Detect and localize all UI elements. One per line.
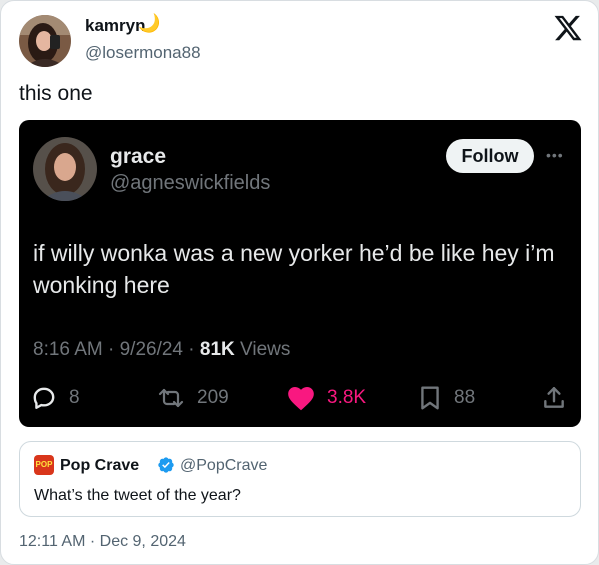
author-display-name[interactable]: kamryn xyxy=(85,16,145,36)
tweet-text: this one xyxy=(19,82,93,105)
retweet-action: 209 xyxy=(157,383,229,413)
follow-button: Follow xyxy=(446,139,534,173)
quoted-author-handle[interactable]: @PopCrave xyxy=(180,457,267,475)
embedded-tweet-meta: 8:16 AM · 9/26/24 · 81K Views xyxy=(33,339,290,361)
heart-icon xyxy=(288,387,314,411)
bookmark-count: 88 xyxy=(454,387,476,408)
like-count: 3.8K xyxy=(327,387,367,408)
embedded-tweet-image[interactable]: grace @agneswickfields Follow ••• if wil… xyxy=(19,120,581,427)
author-avatar[interactable] xyxy=(19,15,71,67)
like-action: 3.8K xyxy=(287,383,366,413)
quoted-tweet[interactable]: POP Pop Crave @PopCrave What’s the tweet… xyxy=(19,441,581,517)
bookmark-action: 88 xyxy=(418,383,475,413)
share-icon xyxy=(544,387,564,408)
retweet-icon xyxy=(158,388,184,408)
more-options-icon: ••• xyxy=(546,147,564,163)
views-count: 81K xyxy=(199,339,235,360)
embedded-tweet-text: if willy wonka was a new yorker he’d be … xyxy=(33,240,555,298)
crescent-moon-icon: 🌙 xyxy=(138,13,161,33)
quoted-author-name[interactable]: Pop Crave xyxy=(60,457,139,475)
embedded-time-date: 8:16 AM · 9/26/24 · xyxy=(33,339,200,360)
quoted-tweet-text: What’s the tweet of the year? xyxy=(34,487,241,504)
bookmark-icon xyxy=(421,386,439,410)
author-handle[interactable]: @losermona88 xyxy=(85,43,201,63)
reply-count: 8 xyxy=(69,387,80,408)
tweet-card: kamryn 🌙 @losermona88 this one grace @ag… xyxy=(0,0,599,565)
share-action xyxy=(541,383,567,413)
embedded-author-name: grace xyxy=(110,145,167,168)
reply-action: 8 xyxy=(31,383,80,413)
reply-icon xyxy=(33,387,55,409)
verified-badge-icon xyxy=(158,457,174,473)
views-label: Views xyxy=(234,339,291,360)
embedded-author-handle: @agneswickfields xyxy=(110,172,271,194)
tweet-timestamp[interactable]: 12:11 AM · Dec 9, 2024 xyxy=(19,533,186,551)
retweet-count: 209 xyxy=(197,387,229,408)
x-logo-icon[interactable] xyxy=(553,13,583,43)
embedded-author-avatar xyxy=(33,137,97,201)
popcrave-logo-icon: POP xyxy=(34,455,54,475)
